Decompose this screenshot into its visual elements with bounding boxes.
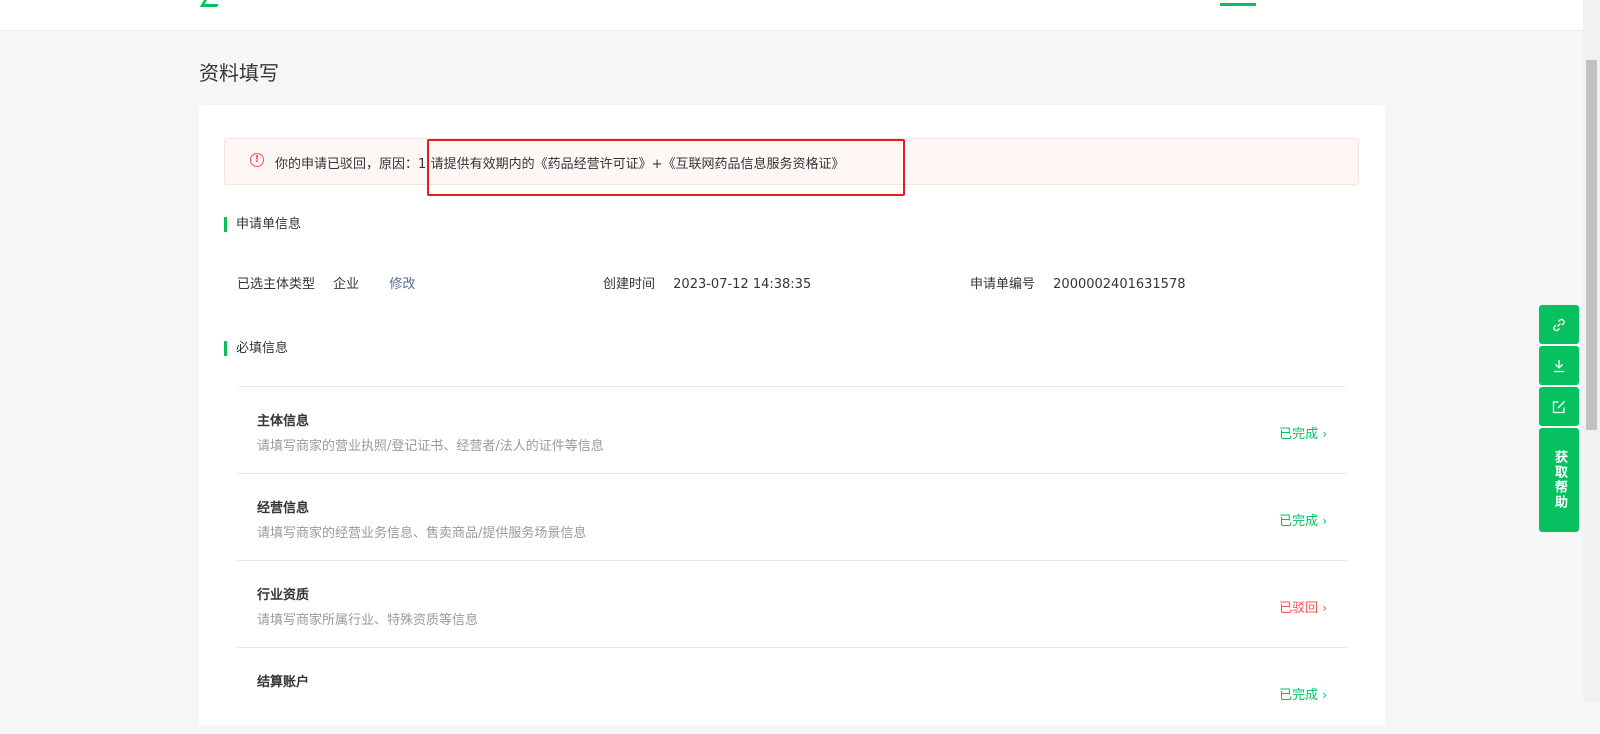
created-time-row: 创建时间 2023-07-12 14:38:35 (603, 273, 811, 292)
list-item-industry-qualification[interactable]: 行业资质 请填写商家所属行业、特殊资质等信息 已驳回 › (237, 560, 1347, 647)
active-tab-indicator (1220, 3, 1256, 6)
status-rejected[interactable]: 已驳回 › (1279, 597, 1327, 616)
status-completed[interactable]: 已完成 › (1279, 423, 1327, 442)
chevron-right-icon: › (1322, 601, 1327, 615)
subject-type-row: 已选主体类型 企业 修改 (237, 273, 415, 292)
download-icon (1554, 359, 1564, 372)
alert-prefix: 你的申请已驳回，原因： (275, 157, 419, 172)
logo-icon (199, 0, 222, 7)
item-title: 结算账户 (257, 675, 310, 690)
status-completed[interactable]: 已完成 › (1279, 684, 1327, 703)
edit-icon (1552, 400, 1565, 413)
top-nav-bar (0, 0, 1583, 31)
required-info-list: 主体信息 请填写商家的营业执照/登记证书、经营者/法人的证件等信息 已完成 › 经… (237, 386, 1347, 734)
created-time-value: 2023-07-12 14:38:35 (673, 277, 812, 292)
status-label: 已完成 (1279, 688, 1319, 703)
chevron-right-icon: › (1322, 688, 1327, 702)
scrollbar-thumb[interactable] (1586, 60, 1597, 430)
get-help-button[interactable]: 获取帮助 (1539, 428, 1579, 532)
status-label: 已完成 (1279, 514, 1319, 529)
application-no-row: 申请单编号 2000002401631578 (970, 273, 1186, 292)
section-application-info: 申请单信息 (224, 217, 301, 232)
side-toolbar: 获取帮助 (1539, 305, 1579, 532)
status-label: 已完成 (1279, 427, 1319, 442)
chevron-right-icon: › (1322, 427, 1327, 441)
application-no-value: 2000002401631578 (1053, 277, 1186, 292)
list-item-business-info[interactable]: 经营信息 请填写商家的经营业务信息、售卖商品/提供服务场景信息 已完成 › (237, 473, 1347, 560)
download-tool-button[interactable] (1539, 346, 1579, 385)
item-desc: 请填写商家所属行业、特殊资质等信息 (257, 613, 479, 628)
warning-circle-icon: ! (250, 153, 264, 167)
status-completed[interactable]: 已完成 › (1279, 510, 1327, 529)
link-tool-button[interactable] (1539, 305, 1579, 344)
subject-type-value: 企业 (333, 277, 360, 292)
status-label: 已驳回 (1279, 601, 1319, 616)
page-title: 资料填写 (199, 61, 279, 85)
modify-link[interactable]: 修改 (389, 277, 415, 292)
edit-tool-button[interactable] (1539, 387, 1579, 426)
item-title: 主体信息 (257, 414, 310, 429)
item-desc: 请填写商家的经营业务信息、售卖商品/提供服务场景信息 (257, 526, 587, 541)
link-icon (1553, 318, 1565, 331)
chevron-right-icon: › (1322, 514, 1327, 528)
item-desc: 请填写商家的营业执照/登记证书、经营者/法人的证件等信息 (257, 439, 604, 454)
section-required-info: 必填信息 (224, 341, 288, 356)
item-title: 行业资质 (257, 588, 310, 603)
annotation-highlight-box (427, 139, 905, 196)
item-title: 经营信息 (257, 501, 310, 516)
list-item-settlement-account[interactable]: 结算账户 已完成 › (237, 647, 1347, 734)
subject-type-label: 已选主体类型 (237, 277, 316, 292)
application-no-label: 申请单编号 (970, 277, 1036, 292)
created-time-label: 创建时间 (603, 277, 656, 292)
page-scrollbar[interactable] (1583, 0, 1600, 702)
list-item-subject-info[interactable]: 主体信息 请填写商家的营业执照/登记证书、经营者/法人的证件等信息 已完成 › (237, 386, 1347, 473)
